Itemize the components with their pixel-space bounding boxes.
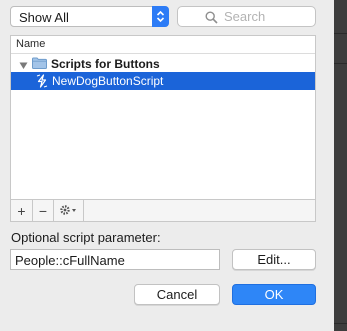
list-column-header[interactable]: Name: [11, 36, 315, 54]
parameter-field[interactable]: People::cFullName: [10, 249, 220, 270]
plus-icon: +: [17, 202, 26, 219]
list-toolbar: + −: [10, 200, 316, 222]
ok-button[interactable]: OK: [232, 284, 316, 305]
script-icon: [36, 74, 48, 91]
minus-icon: −: [38, 202, 48, 219]
parameter-value: People::cFullName: [15, 253, 125, 268]
remove-script-button[interactable]: −: [33, 200, 54, 221]
search-input[interactable]: [224, 9, 310, 24]
folder-label: Scripts for Buttons: [51, 57, 160, 71]
show-filter-popup[interactable]: Show All: [10, 6, 169, 27]
cancel-button[interactable]: Cancel: [134, 284, 220, 305]
script-list[interactable]: Name Scripts for Buttons NewDogButtonScr…: [10, 35, 316, 200]
name-column-label: Name: [16, 38, 46, 50]
background-window-strip: [334, 0, 347, 331]
parameter-label: Optional script parameter:: [11, 230, 161, 245]
folder-row[interactable]: Scripts for Buttons: [11, 54, 315, 72]
script-picker-dialog: Show All Name: [0, 0, 334, 331]
action-menu-button[interactable]: [54, 200, 84, 221]
edit-button[interactable]: Edit...: [232, 249, 316, 270]
gear-icon: [59, 203, 79, 219]
show-filter-value: Show All: [19, 10, 69, 25]
search-field[interactable]: [177, 6, 316, 27]
popup-stepper-icon: [152, 6, 169, 27]
search-icon: [205, 11, 218, 27]
script-row-selected[interactable]: NewDogButtonScript: [11, 72, 315, 90]
add-script-button[interactable]: +: [11, 200, 33, 221]
folder-icon: [32, 57, 47, 72]
script-label: NewDogButtonScript: [52, 74, 164, 88]
disclosure-triangle-icon[interactable]: [19, 58, 28, 73]
